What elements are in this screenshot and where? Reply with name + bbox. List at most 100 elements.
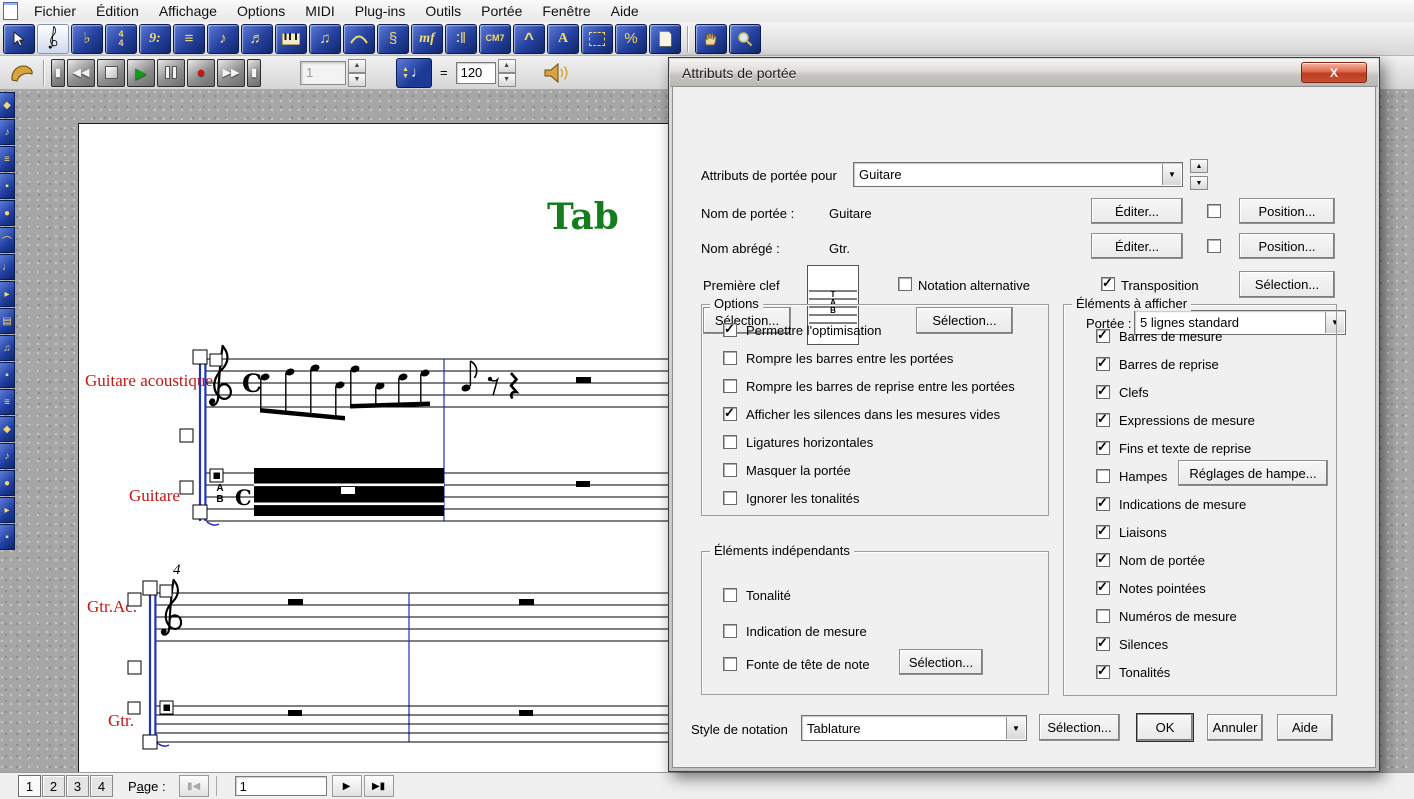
score-notation[interactable]: C [79, 124, 679, 773]
side-tool-17-button[interactable]: ▪ [0, 524, 15, 550]
dialog-title-bar[interactable]: Attributs de portée [670, 59, 1378, 87]
menu-fichier[interactable]: Fichier [24, 1, 86, 21]
counter-spinner[interactable]: ▲▼ [348, 59, 366, 87]
menu-outils[interactable]: Outils [415, 1, 471, 21]
measure-tool-button[interactable]: ≡ [173, 24, 205, 54]
time-signature-tool-button[interactable]: 44 [105, 24, 137, 54]
expression-tool-button[interactable]: mf [411, 24, 443, 54]
tempo-note-button[interactable]: ▲▼ ♩ [396, 58, 432, 88]
checkbox-tonalites[interactable] [1096, 665, 1110, 679]
checkbox-ignorer-les-tonalites[interactable] [723, 491, 737, 505]
transposition-selection-button[interactable]: Sélection... [1239, 271, 1335, 298]
hand-grabber-tool-button[interactable] [695, 24, 727, 54]
jump-to-end-button[interactable]: ▮ [247, 59, 261, 87]
speedy-entry-tool-button[interactable]: ♬ [241, 24, 273, 54]
checkbox-expressions-de-mesure[interactable] [1096, 413, 1110, 427]
side-tool-15-button[interactable]: ● [0, 470, 15, 496]
checkbox-rompre-les-barres-entre-les-portees[interactable] [723, 351, 737, 365]
page-tab-1[interactable]: 1 [18, 775, 41, 797]
simple-entry-tool-button[interactable]: ♪ [207, 24, 239, 54]
tempo-input[interactable] [456, 62, 496, 84]
page-tab-2[interactable]: 2 [42, 775, 65, 797]
playback-tool-icon[interactable] [6, 60, 38, 86]
pause-button[interactable] [157, 59, 185, 87]
checkbox-row-fins-et-texte-de-reprise[interactable]: Fins et texte de reprise [1096, 440, 1251, 456]
abbrev-position-button[interactable]: Position... [1239, 233, 1335, 259]
mirror-tool-button[interactable]: % [615, 24, 647, 54]
page-tab-3[interactable]: 3 [66, 775, 89, 797]
fast-forward-button[interactable]: ▶▶ [217, 59, 245, 87]
menu-aide[interactable]: Aide [601, 1, 649, 21]
side-tool-12-button[interactable]: ≡ [0, 389, 15, 415]
side-tool-2-button[interactable]: ♪ [0, 119, 15, 145]
staff-name-position-button[interactable]: Position... [1239, 198, 1335, 224]
checkbox-row-masquer-la-portee[interactable]: Masquer la portée [723, 462, 851, 478]
hyperscribe-tool-button[interactable] [275, 24, 307, 54]
checkbox-nom-de-portee[interactable] [1096, 553, 1110, 567]
checkbox-barres-de-mesure[interactable] [1096, 329, 1110, 343]
ok-button[interactable]: OK [1137, 714, 1193, 741]
checkbox-row-clefs[interactable]: Clefs [1096, 384, 1149, 400]
selection-region-tool-button[interactable] [581, 24, 613, 54]
side-tool-8-button[interactable]: ▸ [0, 281, 15, 307]
side-tool-7-button[interactable]: ♩ [0, 254, 15, 280]
help-button[interactable]: Aide [1277, 714, 1333, 741]
menu-plug-ins[interactable]: Plug-ins [345, 1, 416, 21]
menu-options[interactable]: Options [227, 1, 295, 21]
selection-arrow-tool-button[interactable] [3, 24, 35, 54]
last-page-button[interactable]: ▶▮ [364, 775, 394, 797]
checkbox-row-nom-de-portee[interactable]: Nom de portée [1096, 552, 1205, 568]
stem-settings-button[interactable]: Réglages de hampe... [1178, 460, 1328, 486]
checkbox-row-barres-de-mesure[interactable]: Barres de mesure [1096, 328, 1222, 344]
checkbox-masquer-la-portee[interactable] [723, 463, 737, 477]
edit-abbrev-name-button[interactable]: Éditer... [1091, 233, 1183, 259]
checkbox-tonalite[interactable] [723, 588, 737, 602]
checkbox-row-indication-de-mesure[interactable]: Indication de mesure [723, 623, 867, 639]
text-tool-button[interactable]: A [547, 24, 579, 54]
checkbox-row-ligatures-horizontales[interactable]: Ligatures horizontales [723, 434, 873, 450]
checkbox-row-rompre-les-barres-de-reprise-entre-les-portees[interactable]: Rompre les barres de reprise entre les p… [723, 378, 1015, 394]
checkbox-silences[interactable] [1096, 637, 1110, 651]
transposition-checkbox[interactable] [1101, 277, 1115, 291]
smart-shape-tool-button[interactable] [343, 24, 375, 54]
repeat-tool-button[interactable]: ∶‖ [445, 24, 477, 54]
stop-button[interactable] [97, 59, 125, 87]
side-tool-6-button[interactable]: ⌒ [0, 227, 15, 253]
close-button[interactable]: X [1301, 62, 1367, 83]
checkbox-row-barres-de-reprise[interactable]: Barres de reprise [1096, 356, 1219, 372]
staff-next-button[interactable]: ▼ [1190, 176, 1208, 190]
checkbox-indications-de-mesure[interactable] [1096, 497, 1110, 511]
checkbox-afficher-les-silences-dans-les-mesures-vides[interactable] [723, 407, 737, 421]
page-layout-tool-button[interactable] [649, 24, 681, 54]
checkbox-row-fonte-de-tete-de-note[interactable]: Fonte de tête de note [723, 656, 870, 672]
checkbox-barres-de-reprise[interactable] [1096, 357, 1110, 371]
abbrev-position-checkbox[interactable] [1207, 239, 1221, 253]
special-tools-button[interactable]: § [377, 24, 409, 54]
checkbox-row-notes-pointees[interactable]: Notes pointées [1096, 580, 1206, 596]
menu-affichage[interactable]: Affichage [149, 1, 227, 21]
checkbox-notes-pointees[interactable] [1096, 581, 1110, 595]
cancel-button[interactable]: Annuler [1207, 714, 1263, 741]
alternate-notation-checkbox[interactable] [898, 277, 912, 291]
checkbox-row-liaisons[interactable]: Liaisons [1096, 524, 1167, 540]
edit-staff-name-button[interactable]: Éditer... [1091, 198, 1183, 224]
checkbox-row-silences[interactable]: Silences [1096, 636, 1168, 652]
checkbox-rompre-les-barres-de-reprise-entre-les-portees[interactable] [723, 379, 737, 393]
record-button[interactable]: ● [187, 59, 215, 87]
zoom-tool-button[interactable] [729, 24, 761, 54]
side-tool-14-button[interactable]: ♪ [0, 443, 15, 469]
checkbox-clefs[interactable] [1096, 385, 1110, 399]
staff-prev-button[interactable]: ▲ [1190, 159, 1208, 173]
combobox-dropdown-icon[interactable]: ▼ [1006, 717, 1025, 739]
menu-midi[interactable]: MIDI [295, 1, 345, 21]
articulation-tool-button[interactable]: ^ [513, 24, 545, 54]
chord-tool-button[interactable]: CM7 [479, 24, 511, 54]
checkbox-row-tonalite[interactable]: Tonalité [723, 587, 791, 603]
checkbox-row-tonalites[interactable]: Tonalités [1096, 664, 1170, 680]
checkbox-numeros-de-mesure[interactable] [1096, 609, 1110, 623]
side-tool-11-button[interactable]: ▪ [0, 362, 15, 388]
notehead-font-selection-button[interactable]: Sélection... [899, 649, 983, 675]
checkbox-liaisons[interactable] [1096, 525, 1110, 539]
play-button[interactable]: ▶ [127, 59, 155, 87]
side-tool-5-button[interactable]: ● [0, 200, 15, 226]
